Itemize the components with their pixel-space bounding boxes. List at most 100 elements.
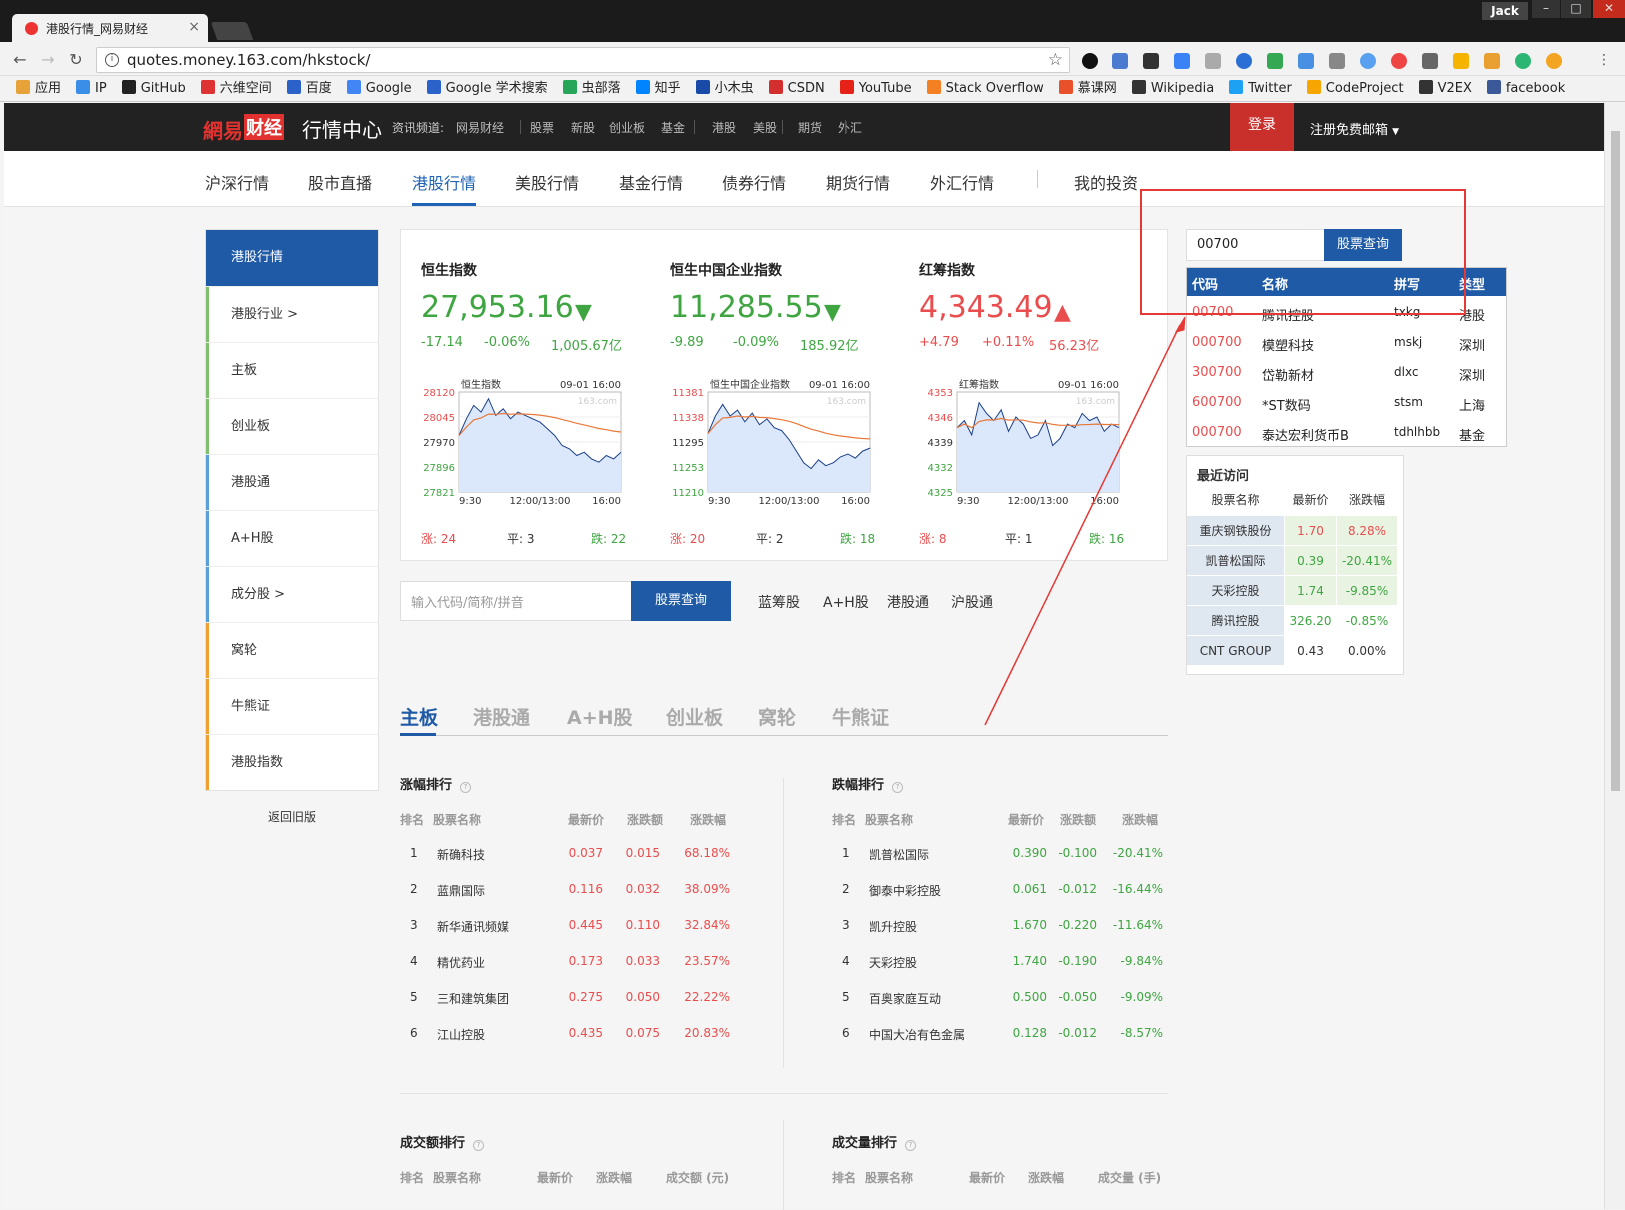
board-tab[interactable]: 港股通 — [473, 703, 530, 730]
bookmark-item[interactable]: Wikipedia — [1131, 76, 1214, 101]
back-to-old-version-link[interactable]: 返回旧版 — [268, 808, 316, 825]
quick-link[interactable]: 港股通 — [887, 592, 929, 612]
bookmark-star-icon[interactable]: ☆ — [1048, 50, 1063, 70]
close-tab-icon[interactable]: × — [188, 19, 200, 35]
recent-stock-name[interactable]: 天彩控股 — [1187, 575, 1284, 605]
board-tab[interactable]: 牛熊证 — [832, 703, 889, 730]
suggestion-row[interactable]: 600700 *ST数码 stsm 上海 — [1187, 388, 1506, 418]
bookmark-item[interactable]: Twitter — [1229, 76, 1292, 101]
channel-link[interactable]: 网易财经 — [456, 119, 504, 136]
bookmark-item[interactable]: 虫部落 — [562, 76, 621, 101]
extension-icon[interactable] — [1484, 53, 1500, 69]
main-nav-item[interactable]: 股市直播 — [308, 170, 372, 194]
table-row[interactable]: 3 凯升控股 1.670 -0.220 -11.64% — [832, 918, 1182, 954]
board-tab[interactable]: 创业板 — [666, 703, 723, 730]
table-row[interactable]: 4 天彩控股 1.740 -0.190 -9.84% — [832, 954, 1182, 990]
finance-logo[interactable]: 财经 — [244, 114, 284, 140]
register-mail-link[interactable]: 注册免费邮箱 ▼ — [1310, 119, 1399, 138]
browser-tab[interactable]: 港股行情_网易财经 × — [12, 14, 208, 42]
main-nav-item[interactable]: 美股行情 — [515, 170, 579, 194]
table-row[interactable]: 1 凯普松国际 0.390 -0.100 -20.41% — [832, 846, 1182, 882]
main-nav-item[interactable]: 沪深行情 — [205, 170, 269, 194]
bookmark-item[interactable]: CodeProject — [1306, 76, 1404, 101]
info-icon[interactable]: i — [105, 53, 119, 67]
sidebar-item[interactable]: 牛熊证 — [206, 678, 378, 734]
extension-icon[interactable] — [1391, 53, 1407, 69]
board-tab[interactable]: 主板 — [400, 703, 438, 730]
bookmark-item[interactable]: V2EX — [1418, 76, 1472, 101]
table-row[interactable]: 3 新华通讯频媒 0.445 0.110 32.84% — [400, 918, 750, 954]
suggestion-row[interactable]: 300700 岱勒新材 dlxc 深圳 — [1187, 358, 1506, 388]
table-row[interactable]: 6 中国大冶有色金属 0.128 -0.012 -8.57% — [832, 1026, 1182, 1062]
channel-link[interactable]: 港股 — [712, 119, 736, 136]
bookmark-item[interactable]: 慕课网 — [1058, 76, 1117, 101]
bookmark-item[interactable]: facebook — [1486, 76, 1565, 101]
back-icon[interactable]: ← — [10, 50, 30, 70]
bookmark-item[interactable]: CSDN — [768, 76, 825, 101]
main-nav-item[interactable]: 基金行情 — [619, 170, 683, 194]
close-window-icon[interactable]: ✕ — [1593, 0, 1625, 18]
extension-icon[interactable] — [1515, 53, 1531, 69]
scrollbar[interactable] — [1604, 103, 1625, 1209]
bookmark-item[interactable]: 百度 — [286, 76, 332, 101]
extension-icon[interactable] — [1174, 53, 1190, 69]
channel-link[interactable]: 美股 — [753, 119, 777, 136]
bookmark-item[interactable]: Stack Overflow — [926, 76, 1044, 101]
bookmark-item[interactable]: YouTube — [839, 76, 912, 101]
channel-link[interactable]: 外汇 — [838, 119, 862, 136]
stock-search-input[interactable]: 输入代码/简称/拼音 — [400, 581, 632, 621]
sidebar-item[interactable]: 主板 — [206, 342, 378, 398]
new-tab-button[interactable] — [210, 22, 254, 40]
index-card[interactable]: 恒生指数 27,953.16 ▼ -17.14 -0.06% 1,005.67亿 恒生指数 0… — [401, 230, 651, 560]
reload-icon[interactable]: ↻ — [66, 50, 86, 70]
quick-link[interactable]: A+H股 — [823, 592, 869, 612]
forward-icon[interactable]: → — [38, 50, 58, 70]
sidebar-item[interactable]: 港股通 — [206, 454, 378, 510]
sidebar-item[interactable]: 港股行情 — [206, 230, 378, 286]
extension-icon[interactable] — [1329, 53, 1345, 69]
bookmark-item[interactable]: Google — [346, 76, 412, 101]
recent-stock-name[interactable]: 重庆钢铁股份 — [1187, 515, 1284, 545]
channel-link[interactable]: 创业板 — [609, 119, 645, 136]
bookmark-item[interactable]: 知乎 — [635, 76, 681, 101]
address-bar[interactable]: i quotes.money.163.com/hkstock/ ☆ — [96, 47, 1070, 73]
sidebar-item[interactable]: 窝轮 — [206, 622, 378, 678]
main-nav-item[interactable]: 期货行情 — [826, 170, 890, 194]
table-row[interactable]: 5 三和建筑集团 0.275 0.050 22.22% — [400, 990, 750, 1026]
table-row[interactable]: 2 蓝鼎国际 0.116 0.032 38.09% — [400, 882, 750, 918]
sidebar-item[interactable]: 港股行业 > — [206, 286, 378, 342]
channel-link[interactable]: 新股 — [571, 119, 595, 136]
index-card[interactable]: 恒生中国企业指数 11,285.55 ▼ -9.89 -0.09% 185.92亿 恒生中国… — [650, 230, 900, 560]
quick-link[interactable]: 蓝筹股 — [758, 592, 800, 612]
bookmark-item[interactable]: IP — [76, 76, 107, 101]
main-nav-item[interactable]: 外汇行情 — [930, 170, 994, 194]
table-row[interactable]: 2 御泰中彩控股 0.061 -0.012 -16.44% — [832, 882, 1182, 918]
bookmark-item[interactable]: 六维空间 — [200, 76, 272, 101]
minimize-icon[interactable]: – — [1532, 0, 1560, 18]
extension-icon[interactable] — [1360, 53, 1376, 69]
main-nav-item[interactable]: 债券行情 — [722, 170, 786, 194]
extension-icon[interactable] — [1236, 53, 1252, 69]
bookmark-item[interactable]: 应用 — [16, 76, 61, 101]
sidebar-item[interactable]: 成分股 > — [206, 566, 378, 622]
translate-icon[interactable] — [1112, 53, 1128, 69]
recent-stock-name[interactable]: CNT GROUP — [1187, 635, 1284, 665]
help-icon[interactable]: ? — [892, 782, 904, 793]
recent-stock-name[interactable]: 凯普松国际 — [1187, 545, 1284, 575]
extension-icon[interactable] — [1422, 53, 1438, 69]
table-row[interactable]: 5 百奥家庭互动 0.500 -0.050 -9.09% — [832, 990, 1182, 1026]
extension-icon[interactable] — [1453, 53, 1469, 69]
extension-icon[interactable] — [1082, 53, 1098, 69]
main-nav-item[interactable]: 我的投资 — [1074, 170, 1138, 194]
bookmark-item[interactable]: GitHub — [121, 76, 186, 101]
profile-button[interactable]: Jack — [1482, 2, 1528, 20]
scrollbar-thumb[interactable] — [1611, 131, 1620, 791]
sidebar-item[interactable]: A+H股 — [206, 510, 378, 566]
channel-link[interactable]: 期货 — [798, 119, 822, 136]
index-card[interactable]: 红筹指数 4,343.49 ▲ +4.79 +0.11% 56.23亿 红筹指数 09-01 … — [899, 230, 1149, 560]
sidebar-item[interactable]: 港股指数 — [206, 734, 378, 790]
bookmark-item[interactable]: Google 学术搜索 — [426, 76, 548, 101]
board-tab[interactable]: 窝轮 — [758, 703, 796, 730]
bookmark-item[interactable]: 小木虫 — [695, 76, 754, 101]
channel-link[interactable]: 股票 — [530, 119, 554, 136]
